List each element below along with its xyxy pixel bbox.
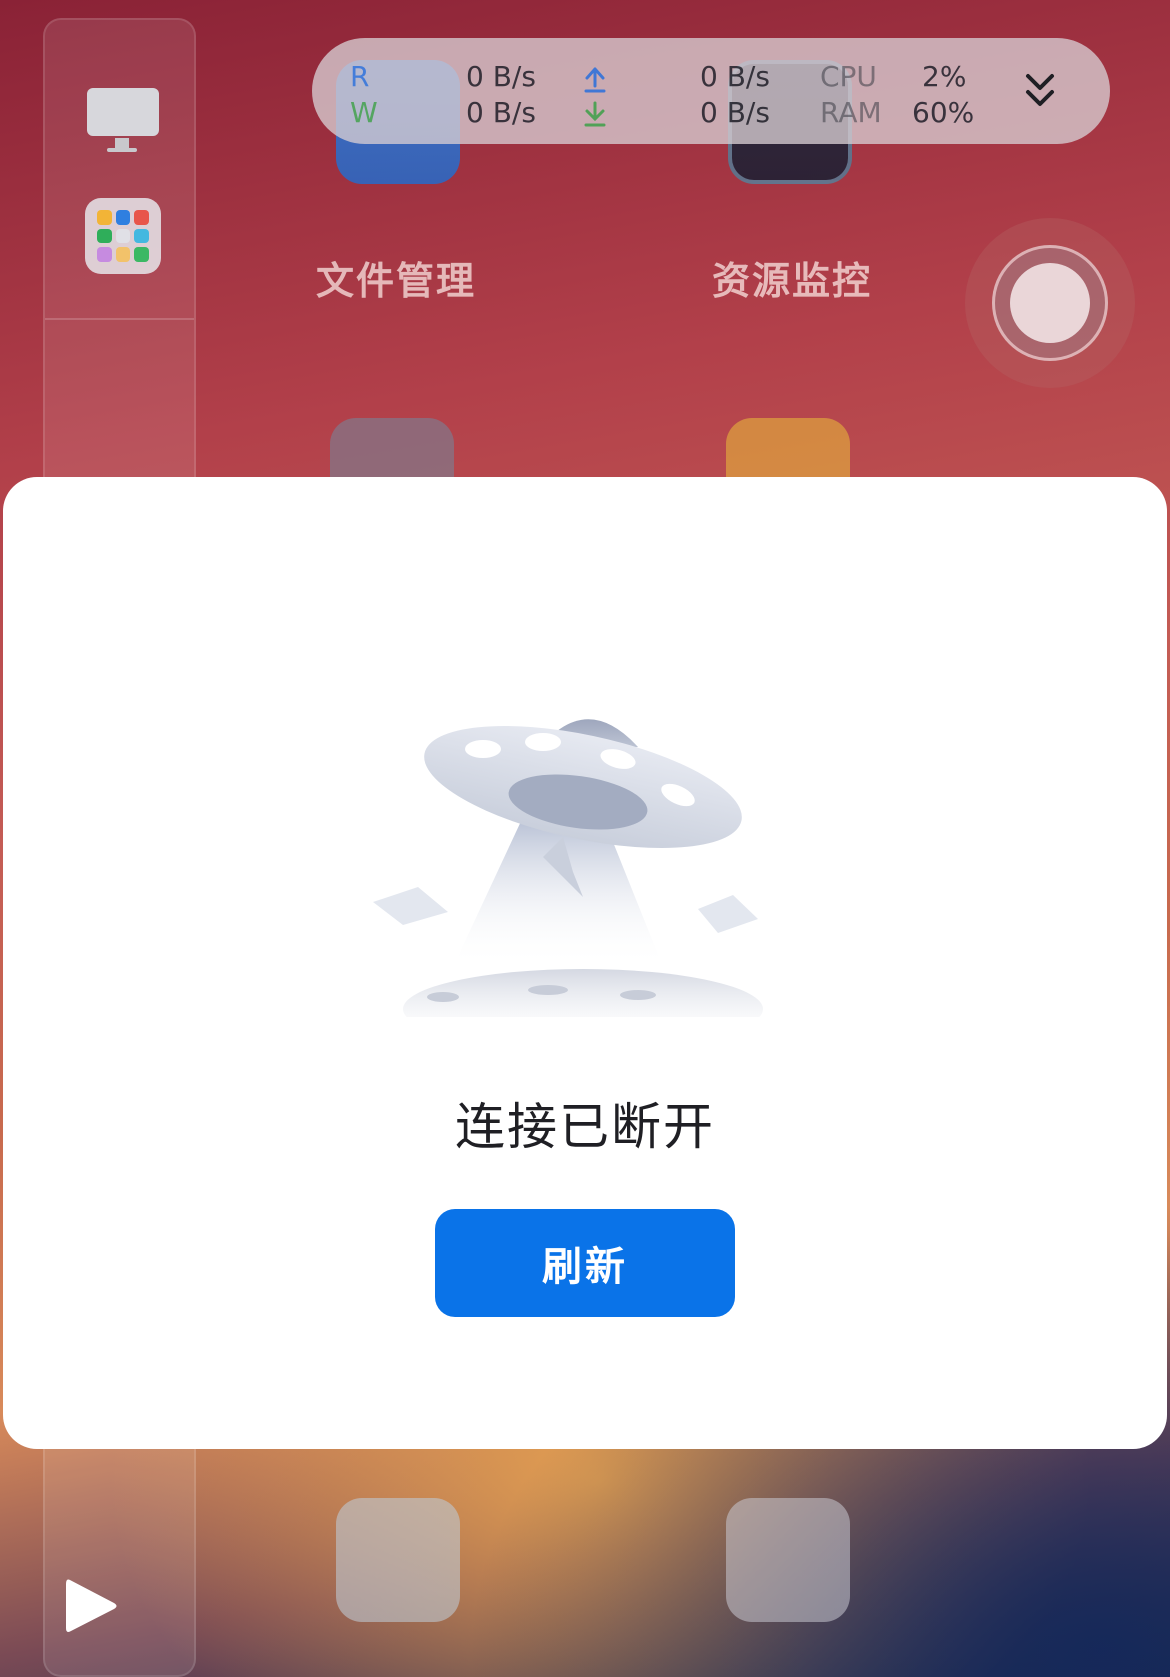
photos-app-icon[interactable]	[726, 1498, 850, 1622]
write-label: W	[350, 96, 378, 129]
refresh-button[interactable]: 刷新	[435, 1209, 735, 1317]
ufo-illustration-icon	[373, 719, 763, 1017]
read-label: R	[350, 60, 370, 93]
app-label: 资源监控	[711, 259, 872, 303]
container-app-icon[interactable]	[336, 1498, 460, 1622]
app-launcher-icon[interactable]	[85, 198, 161, 274]
dock-divider	[45, 318, 194, 320]
system-status-bar[interactable]: R W 0 B/s 0 B/s 0 B/s 0 B/s CPU RAM 2% 6…	[312, 38, 1110, 144]
desktop-icon[interactable]	[85, 82, 161, 158]
chevron-double-down-icon[interactable]	[1020, 68, 1060, 112]
download-arrow-icon	[584, 101, 606, 127]
app-label: 文件管理	[315, 259, 476, 303]
play-icon[interactable]	[64, 1576, 120, 1636]
cpu-label: CPU	[820, 60, 877, 93]
write-rate: 0 B/s	[466, 96, 536, 129]
ram-label: RAM	[820, 96, 882, 129]
disconnected-dialog: 连接已断开 刷新	[3, 477, 1167, 1449]
upload-rate: 0 B/s	[700, 60, 770, 93]
download-rate: 0 B/s	[700, 96, 770, 129]
read-rate: 0 B/s	[466, 60, 536, 93]
cpu-value: 2%	[922, 60, 967, 93]
ram-value: 60%	[912, 96, 975, 129]
dialog-message: 连接已断开	[455, 1098, 715, 1156]
floating-assistive-button[interactable]	[965, 218, 1135, 388]
upload-arrow-icon	[584, 67, 606, 93]
